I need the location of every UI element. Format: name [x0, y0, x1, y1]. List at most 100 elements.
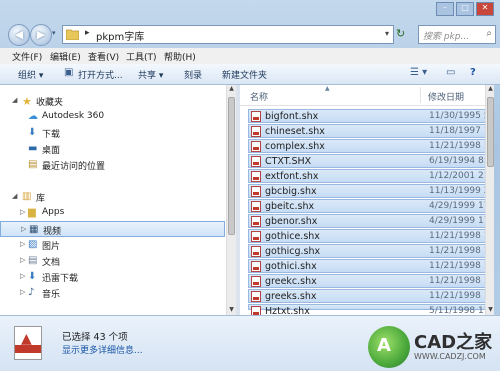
nav-autodesk[interactable]: ☁ Autodesk 360 [0, 109, 225, 125]
search-input[interactable]: 搜索 pkp... ⌕ [418, 25, 496, 44]
video-icon: ▦ [29, 224, 39, 235]
nav-documents[interactable]: ▷ ▤ 文档 [0, 253, 225, 269]
file-row[interactable]: gbenor.shx 4/29/1999 17: [248, 214, 494, 228]
file-row[interactable]: bigfont.shx 11/30/1995 5: [248, 109, 494, 123]
forward-button[interactable]: ▶ [30, 24, 52, 46]
expand-arrow-icon[interactable]: ▷ [20, 208, 25, 216]
file-name: extfont.shx [265, 171, 319, 182]
collapse-arrow-icon[interactable]: ◢ [12, 192, 17, 200]
expand-arrow-icon[interactable]: ▷ [20, 288, 25, 296]
nav-videos[interactable]: ▷ ▦ 视频 [0, 221, 225, 237]
path-field[interactable]: ▸ pkpm字库 ▾ [62, 25, 394, 44]
breadcrumb-current[interactable]: pkpm字库 [96, 28, 144, 43]
nav-recent[interactable]: ▤ 最近访问的位置 [0, 157, 225, 173]
back-button[interactable]: ◀ [8, 24, 30, 46]
file-row[interactable]: CTXT.SHX 6/19/1994 8:0 [248, 154, 494, 168]
maximize-button[interactable]: □ [456, 2, 474, 16]
expand-arrow-icon[interactable]: ▷ [20, 240, 25, 248]
history-dropdown-icon[interactable]: ▾ [52, 29, 56, 37]
file-list: 名称 ▲ 修改日期 bigfont.shx 11/30/1995 5: chines… [240, 85, 494, 315]
shx-file-icon [251, 186, 261, 197]
nav-music[interactable]: ▷ ♪ 音乐 [0, 285, 225, 301]
scroll-thumb[interactable] [228, 97, 235, 235]
minimize-button[interactable]: – [436, 2, 454, 16]
file-row[interactable]: greeks.shx 11/21/1998 1( [248, 289, 494, 303]
menu-view[interactable]: 查看(V) [88, 50, 119, 63]
file-row[interactable]: gothice.shx 11/21/1998 1( [248, 229, 494, 243]
close-button[interactable]: ✕ [476, 2, 494, 16]
file-date: 5/11/1998 11 [429, 306, 490, 315]
nav-music-label: 音乐 [42, 290, 61, 300]
expand-arrow-icon[interactable]: ▷ [21, 225, 26, 233]
breadcrumb-separator-icon[interactable]: ▸ [85, 28, 90, 38]
cad-logo-icon: A [368, 326, 410, 368]
new-folder-button[interactable]: 新建文件夹 [222, 68, 267, 81]
search-icon[interactable]: ⌕ [486, 28, 492, 39]
open-with-icon: ▣ [64, 67, 74, 78]
scroll-down-icon[interactable]: ▼ [227, 306, 236, 315]
file-date: 11/21/1998 1( [429, 276, 493, 286]
file-name: chineset.shx [265, 126, 325, 137]
expand-arrow-icon[interactable]: ▷ [20, 256, 25, 264]
column-date[interactable]: 修改日期 [428, 90, 464, 103]
file-row[interactable]: greekc.shx 11/21/1998 1( [248, 274, 494, 288]
file-row[interactable]: gbcbig.shx 11/13/1999 2 [248, 184, 494, 198]
nav-apps-label: Apps [42, 207, 65, 217]
nav-downloads[interactable]: ⬇ 下载 [0, 125, 225, 141]
nav-desktop[interactable]: ▬ 桌面 [0, 141, 225, 157]
refresh-icon[interactable]: ↻ [396, 27, 405, 40]
file-row[interactable]: gbeitc.shx 4/29/1999 17: [248, 199, 494, 213]
show-more-details-link[interactable]: 显示更多详细信息... [62, 343, 143, 356]
watermark-brand: CAD之家 [414, 332, 493, 353]
shx-file-icon [251, 156, 261, 167]
menu-file[interactable]: 文件(F) [12, 50, 42, 63]
column-divider[interactable] [420, 87, 421, 103]
file-row[interactable]: gothici.shx 11/21/1998 1( [248, 259, 494, 273]
menu-edit[interactable]: 编辑(E) [50, 50, 81, 63]
preview-pane-icon[interactable]: ▭ [446, 67, 455, 78]
nav-apps[interactable]: ▷ ▆ Apps [0, 205, 225, 221]
watermark-url: WWW.CADZJ.COM [414, 352, 486, 361]
recent-places-icon: ▤ [28, 159, 38, 170]
file-name: bigfont.shx [265, 111, 319, 122]
scroll-down-icon[interactable]: ▼ [486, 306, 494, 315]
file-name: CTXT.SHX [265, 156, 312, 167]
nav-pictures[interactable]: ▷ ▨ 图片 [0, 237, 225, 253]
scroll-up-icon[interactable]: ▲ [486, 85, 494, 94]
menu-tools[interactable]: 工具(T) [126, 50, 157, 63]
file-row[interactable]: extfont.shx 1/12/2001 21: [248, 169, 494, 183]
collapse-arrow-icon[interactable]: ◢ [12, 96, 17, 104]
nav-scrollbar[interactable]: ▲ ▼ [226, 85, 236, 315]
file-row[interactable]: chineset.shx 11/18/1997 1 [248, 124, 494, 138]
expand-arrow-icon[interactable]: ▷ [20, 272, 25, 280]
file-name: gothici.shx [265, 261, 317, 272]
burn-button[interactable]: 刻录 [184, 68, 202, 81]
shx-file-icon [251, 141, 261, 152]
file-row[interactable]: gothicg.shx 11/21/1998 1( [248, 244, 494, 258]
menu-help[interactable]: 帮助(H) [164, 50, 196, 63]
column-name[interactable]: 名称 [250, 90, 268, 103]
nav-xunlei[interactable]: ▷ ⬇ 迅雷下载 [0, 269, 225, 285]
open-with-button[interactable]: 打开方式... [78, 68, 123, 81]
help-icon[interactable]: ? [470, 67, 476, 78]
library-icon: ▥ [22, 191, 32, 202]
scroll-thumb[interactable] [487, 97, 494, 167]
scroll-up-icon[interactable]: ▲ [227, 85, 236, 94]
nav-favorites[interactable]: ◢ ★ 收藏夹 [0, 93, 225, 109]
nav-libraries[interactable]: ◢ ▥ 库 [0, 189, 225, 205]
share-button[interactable]: 共享 ▾ [138, 68, 163, 81]
file-row[interactable]: Hztxt.shx 5/11/1998 11 [248, 304, 494, 315]
file-name: greekc.shx [265, 276, 317, 287]
folder-icon [66, 29, 79, 40]
search-placeholder: 搜索 pkp... [423, 32, 470, 42]
organize-button[interactable]: 组织 ▾ [18, 68, 43, 81]
file-name: gbeitc.shx [265, 201, 315, 212]
file-list-scrollbar[interactable]: ▲ ▼ [485, 85, 494, 315]
view-options-icon[interactable]: ☰ ▾ [410, 67, 427, 78]
shx-file-icon [251, 276, 261, 287]
command-bar: 组织 ▾ ▣ 打开方式... 共享 ▾ 刻录 新建文件夹 ☰ ▾ ▭ ? [0, 64, 500, 85]
file-row[interactable]: complex.shx 11/21/1998 1( [248, 139, 494, 153]
file-date: 4/29/1999 17: [429, 216, 493, 226]
path-dropdown-icon[interactable]: ▾ [385, 29, 389, 38]
file-date: 11/18/1997 1 [429, 126, 490, 136]
